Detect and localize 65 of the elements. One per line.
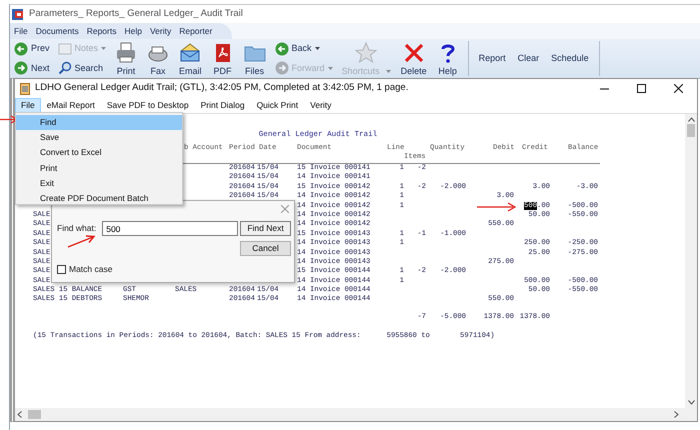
scroll-right-icon[interactable] [674, 411, 679, 418]
star-icon [355, 42, 378, 63]
printer-icon [115, 42, 138, 63]
caret-icon [314, 47, 320, 50]
menu-item[interactable]: Print Dialog [194, 98, 251, 113]
menu-item[interactable]: Quick Print [250, 98, 304, 113]
close-icon[interactable] [674, 84, 683, 93]
toolbar-button[interactable]: Files [238, 39, 271, 78]
field-label: Find what: [57, 222, 96, 235]
menu-item[interactable]: Reports [86, 24, 116, 38]
menu-item[interactable]: Verity [150, 24, 172, 38]
toolbar-button[interactable]: Schedule [545, 39, 595, 78]
toolbar-button[interactable]: Delete [396, 39, 432, 78]
app-logo-icon [12, 8, 23, 20]
menu-item[interactable]: Save PDF to Desktop [100, 98, 195, 113]
toolbar-button[interactable]: Next [13, 61, 51, 76]
maximize-icon[interactable] [637, 84, 646, 93]
menu-item[interactable]: Save [16, 130, 182, 146]
toolbar-button[interactable]: Print [110, 39, 142, 78]
vertical-scrollbar[interactable] [685, 114, 697, 408]
toolbar-button[interactable]: Report [472, 39, 512, 78]
annotation-arrow [67, 235, 96, 248]
caret-icon [101, 47, 106, 50]
caret-icon [328, 66, 333, 70]
menu-item[interactable]: File [15, 98, 41, 113]
delete-icon [402, 42, 425, 63]
annotation-arrow [477, 202, 516, 212]
menu-item[interactable]: Exit [16, 176, 182, 191]
scroll-down-icon[interactable] [688, 400, 694, 405]
cancel-button[interactable]: Cancel [240, 241, 291, 256]
scroll-up-icon[interactable] [688, 117, 694, 122]
input-field[interactable]: 500 [102, 221, 238, 236]
menu-item[interactable]: Convert to Excel [16, 145, 182, 161]
menu-item[interactable]: Documents [36, 24, 79, 38]
menu-item[interactable]: Find [16, 115, 182, 130]
menu-item[interactable]: Create PDF Document Batch [16, 190, 182, 206]
scroll-left-icon[interactable] [17, 411, 22, 418]
menu-item[interactable]: File [14, 24, 28, 38]
envelope-icon [179, 42, 202, 63]
scrollbar-thumb[interactable] [687, 124, 695, 137]
search-icon [58, 61, 72, 76]
window-title: LDHO General Ledger Audit Trail; (GTL), 3:42:05 PM, Completed at 3:42:05 PM, 1 page. [35, 81, 408, 96]
horizontal-scrollbar[interactable] [15, 408, 697, 421]
menu-item[interactable]: eMail Report [40, 98, 101, 113]
document-icon [20, 82, 30, 94]
caret-icon [386, 70, 391, 73]
checkbox[interactable] [57, 264, 66, 274]
menu-item[interactable]: Help [124, 24, 142, 38]
menu-item[interactable]: Reporter [179, 24, 212, 38]
window-title: Parameters_ Reports_ General Ledger_ Audit Trail [29, 6, 243, 21]
toolbar-button[interactable]: Clear [512, 39, 546, 78]
menu-item[interactable]: Print [16, 160, 182, 176]
toolbar-button[interactable]: PDF [206, 39, 239, 78]
toolbar-button[interactable]: Fax [142, 39, 174, 78]
toolbar-button[interactable]: Prev [13, 42, 51, 56]
toolbar-button[interactable]: Search [56, 61, 108, 76]
annotation-arrow [0, 115, 18, 124]
menu-item[interactable]: Verity [304, 98, 338, 113]
toolbar-button[interactable]: Back [274, 42, 334, 56]
scrollbar-thumb[interactable] [28, 410, 41, 419]
toolbar-button[interactable]: Help [432, 39, 464, 78]
checkbox-label: Match case [69, 263, 112, 276]
toolbar-button[interactable]: Email [174, 39, 207, 78]
note-icon [58, 42, 72, 56]
find-next-button[interactable]: Find Next [240, 221, 291, 236]
